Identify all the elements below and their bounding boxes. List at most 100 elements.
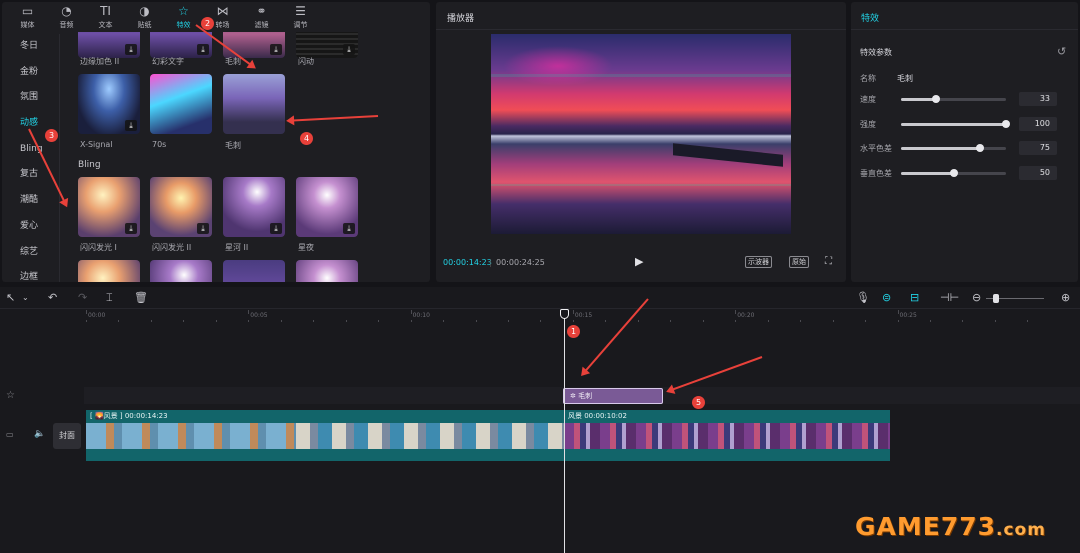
effect-thumb-flash[interactable]: ⤓ bbox=[296, 32, 358, 58]
category-item[interactable]: 冬日 bbox=[2, 34, 59, 60]
effect-thumb-glitch[interactable] bbox=[223, 74, 285, 134]
effect-thumb[interactable] bbox=[150, 260, 212, 282]
download-icon[interactable]: ⤓ bbox=[197, 223, 209, 234]
param-slider[interactable] bbox=[901, 144, 1006, 152]
video-clip-landscape-1[interactable]: [ 🌄风景 ] 00:00:14:23 bbox=[86, 410, 564, 461]
toolbar-tab[interactable]: ◑ 贴纸 bbox=[125, 2, 164, 32]
param-slider[interactable] bbox=[901, 119, 1010, 128]
cover-button[interactable]: 封面 bbox=[53, 423, 81, 449]
ruler-minor-tick bbox=[475, 320, 477, 322]
annotation-badge: 1 bbox=[567, 325, 580, 338]
param-slider-knob[interactable] bbox=[949, 168, 958, 177]
effect-thumb-magic-text[interactable]: ⤓ bbox=[150, 32, 212, 58]
download-icon[interactable]: ⤓ bbox=[270, 44, 282, 55]
param-slider-knob[interactable] bbox=[1002, 119, 1010, 128]
video-clip-landscape-2[interactable]: 风景 00:00:10:02 bbox=[564, 410, 890, 461]
oscilloscope-button[interactable]: 示波器 bbox=[745, 256, 772, 268]
effect-thumb-70s[interactable] bbox=[150, 74, 212, 134]
effect-thumb[interactable] bbox=[223, 260, 285, 282]
effect-panel-header: 特效 bbox=[851, 2, 1078, 30]
fullscreen-icon[interactable]: ⛶ bbox=[825, 256, 832, 267]
video-preview[interactable] bbox=[491, 34, 791, 234]
effect-thumb-sparkle-1[interactable]: ⤓ bbox=[78, 177, 140, 237]
glitch-band bbox=[491, 184, 791, 186]
effect-thumb[interactable] bbox=[78, 260, 140, 282]
download-icon[interactable]: ⤓ bbox=[125, 223, 137, 234]
preview-axis-icon[interactable]: ⊣⊢ bbox=[940, 291, 959, 305]
effect-panel-title[interactable]: 特效 bbox=[861, 11, 879, 24]
toolbar-tab-label: 调节 bbox=[293, 20, 308, 29]
effect-thumb-sparkle-2[interactable]: ⤓ bbox=[150, 177, 212, 237]
download-icon[interactable]: ⤓ bbox=[125, 120, 137, 131]
param-slider[interactable] bbox=[901, 95, 1006, 103]
param-value-input[interactable]: 33 bbox=[1019, 92, 1057, 106]
ruler-minor-tick bbox=[702, 320, 704, 322]
ruler-minor-tick bbox=[897, 320, 899, 322]
toolbar-tab-label: 文本 bbox=[98, 20, 113, 29]
delete-icon[interactable]: 🗑 bbox=[134, 291, 148, 305]
param-value-input[interactable]: 50 bbox=[1019, 165, 1057, 180]
category-item[interactable]: 爱心 bbox=[2, 214, 59, 240]
param-slider-knob[interactable] bbox=[975, 144, 984, 152]
chevron-down-icon[interactable]: ⌄ bbox=[22, 291, 29, 305]
toolbar-tab[interactable]: ☰ 调节 bbox=[281, 2, 320, 32]
param-slider-knob[interactable] bbox=[931, 95, 940, 103]
effect-label: 毛刺 bbox=[225, 141, 241, 150]
select-tool-icon[interactable]: ↖ bbox=[6, 291, 15, 305]
effect-clip-glitch[interactable]: ✲ 毛刺 bbox=[563, 388, 663, 404]
effect-thumb[interactable] bbox=[296, 260, 358, 282]
effect-thumb-x-signal[interactable]: ⤓ bbox=[78, 74, 140, 134]
original-button[interactable]: 原始 bbox=[789, 256, 809, 268]
ruler-tick-label: 00:25 bbox=[899, 312, 917, 319]
ruler-tick-mark bbox=[410, 310, 412, 314]
effects-icon: ☆ bbox=[178, 3, 189, 18]
param-slider[interactable] bbox=[901, 168, 1006, 177]
ruler-tick-mark bbox=[86, 310, 87, 314]
category-item[interactable]: 综艺 bbox=[2, 240, 59, 266]
param-slider-fill bbox=[901, 122, 1006, 126]
time-ruler[interactable]: 00:00 00:05 00:10 00:15 00:20 00:25 bbox=[84, 310, 1080, 324]
undo-icon[interactable]: ↶ bbox=[48, 291, 57, 305]
download-icon[interactable]: ⤓ bbox=[197, 44, 209, 55]
player-header: 播放器 bbox=[436, 2, 846, 30]
param-value-input[interactable]: 75 bbox=[1019, 141, 1057, 155]
param-slider-fill bbox=[901, 98, 936, 101]
effect-thumb-galaxy-2[interactable]: ⤓ bbox=[223, 177, 285, 237]
toolbar-tab[interactable]: ▭ 媒体 bbox=[8, 2, 47, 32]
toolbar-tab[interactable]: TI 文本 bbox=[86, 2, 125, 32]
playhead-line[interactable] bbox=[564, 311, 565, 553]
speaker-icon[interactable]: 🔈 bbox=[34, 429, 45, 439]
download-icon[interactable]: ⤓ bbox=[125, 44, 137, 55]
play-button[interactable]: ▶ bbox=[635, 255, 647, 269]
effect-thumb-glitch-top[interactable]: ⤓ bbox=[223, 32, 285, 58]
playhead-handle[interactable] bbox=[560, 309, 569, 319]
download-icon[interactable]: ⤓ bbox=[343, 223, 355, 234]
zoom-out-icon[interactable]: ⊖ bbox=[972, 291, 981, 305]
redo-icon[interactable]: ↷ bbox=[78, 291, 87, 305]
zoom-slider-handle[interactable] bbox=[993, 294, 999, 303]
effect-properties-panel: 特效 特效参数 ↺ 名称 毛刺 速度 33 强度 100 水平色差 75 垂直色差 50 bbox=[851, 2, 1078, 282]
main-track-magnet-icon[interactable]: ⊜ bbox=[882, 291, 891, 305]
effect-thumb-starry-night[interactable]: ⤓ bbox=[296, 177, 358, 237]
split-icon[interactable]: ⌶ bbox=[106, 291, 113, 305]
download-icon[interactable]: ⤓ bbox=[270, 223, 282, 234]
effect-label: 星夜 bbox=[298, 243, 314, 252]
ruler-minor-tick bbox=[443, 320, 445, 322]
toolbar-tab[interactable]: ⚭ 滤镜 bbox=[242, 2, 281, 32]
param-value-input[interactable]: 100 bbox=[1019, 116, 1057, 131]
reset-icon[interactable]: ↺ bbox=[1057, 45, 1066, 58]
category-item[interactable]: 潮酷 bbox=[2, 188, 59, 214]
category-item[interactable]: 边框 bbox=[2, 265, 59, 282]
ruler-minor-tick bbox=[637, 320, 639, 322]
player-title: 播放器 bbox=[447, 14, 475, 24]
download-icon[interactable]: ⤓ bbox=[343, 44, 355, 55]
auto-snap-icon[interactable]: ⊟ bbox=[910, 291, 919, 305]
dock-silhouette bbox=[673, 143, 783, 167]
category-item[interactable]: 金粉 bbox=[2, 60, 59, 86]
toolbar-tab[interactable]: ◔ 音频 bbox=[47, 2, 86, 32]
category-item[interactable]: 氛围 bbox=[2, 85, 59, 111]
total-time: 00:00:24:25 bbox=[496, 258, 545, 267]
microphone-icon[interactable]: 🎙 bbox=[856, 291, 870, 305]
effect-thumb-edge-color[interactable]: ⤓ bbox=[78, 32, 140, 58]
zoom-in-icon[interactable]: ⊕ bbox=[1061, 291, 1070, 305]
